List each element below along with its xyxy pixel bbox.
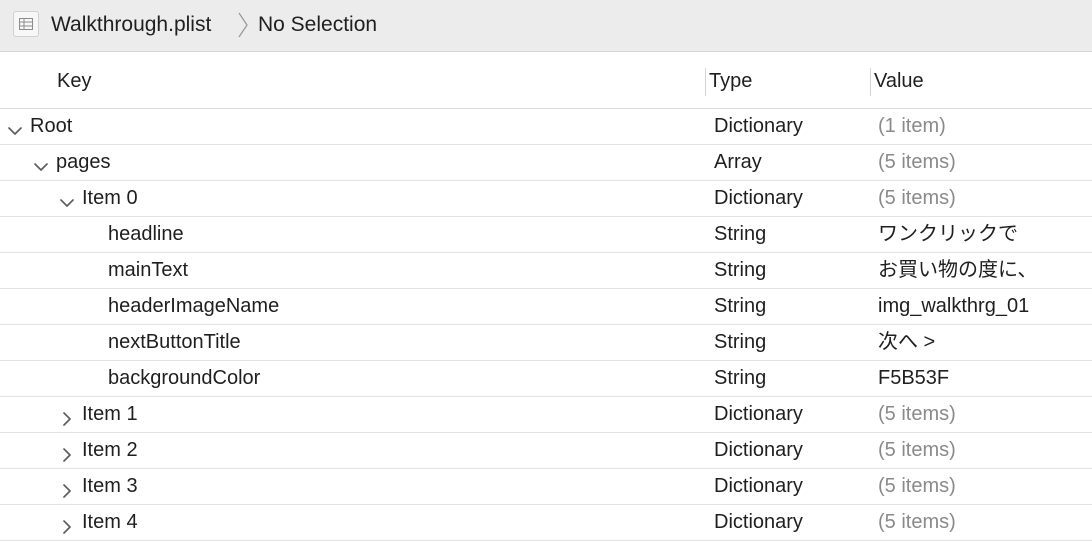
row-value[interactable]: お買い物の度に、 xyxy=(878,258,1088,282)
row-key[interactable]: mainText xyxy=(108,258,188,282)
row-value[interactable]: ワンクリックで xyxy=(878,222,1088,246)
row-type[interactable]: Array xyxy=(714,150,762,174)
table-row[interactable]: Item 3 Dictionary (5 items) xyxy=(0,469,1092,505)
row-key[interactable]: pages xyxy=(56,150,111,174)
row-value: (5 items) xyxy=(878,151,956,173)
table-row[interactable]: Root Dictionary (1 item) xyxy=(0,109,1092,145)
row-value: (5 items) xyxy=(878,511,956,533)
column-header-key[interactable]: Key xyxy=(57,69,91,93)
row-key[interactable]: headline xyxy=(108,222,184,246)
row-key[interactable]: backgroundColor xyxy=(108,366,260,390)
property-list-file-icon[interactable] xyxy=(13,11,39,37)
column-header-value[interactable]: Value xyxy=(874,69,924,93)
row-type[interactable]: String xyxy=(714,330,766,354)
table-row[interactable]: Item 1 Dictionary (5 items) xyxy=(0,397,1092,433)
row-value: (1 item) xyxy=(878,115,946,137)
row-key[interactable]: Item 3 xyxy=(82,474,138,498)
table-row[interactable]: mainText String お買い物の度に、 xyxy=(0,253,1092,289)
row-type[interactable]: Dictionary xyxy=(714,186,803,210)
table-row[interactable]: Item 4 Dictionary (5 items) xyxy=(0,505,1092,541)
row-value[interactable]: img_walkthrg_01 xyxy=(878,294,1088,318)
row-value[interactable]: 次へ > xyxy=(878,330,1088,354)
row-type[interactable]: Dictionary xyxy=(714,114,803,138)
plist-outline: Root Dictionary (1 item) pages Array (5 items… xyxy=(0,109,1092,541)
row-type[interactable]: Dictionary xyxy=(714,402,803,426)
table-row[interactable]: nextButtonTitle String 次へ > xyxy=(0,325,1092,361)
row-key[interactable]: nextButtonTitle xyxy=(108,330,241,354)
table-row[interactable]: backgroundColor String F5B53F xyxy=(0,361,1092,397)
chevron-right-icon[interactable] xyxy=(60,480,74,498)
column-divider[interactable] xyxy=(705,68,706,96)
table-row[interactable]: headline String ワンクリックで xyxy=(0,217,1092,253)
column-header-type[interactable]: Type xyxy=(709,69,752,93)
row-key[interactable]: Item 0 xyxy=(82,186,138,210)
breadcrumb-selection[interactable]: No Selection xyxy=(258,12,377,38)
table-row[interactable]: Item 0 Dictionary (5 items) xyxy=(0,181,1092,217)
row-value: (5 items) xyxy=(878,475,956,497)
column-divider[interactable] xyxy=(870,68,871,96)
column-header-row: Key Type Value xyxy=(0,52,1092,109)
table-row[interactable]: pages Array (5 items) xyxy=(0,145,1092,181)
row-key[interactable]: Item 1 xyxy=(82,402,138,426)
breadcrumb: Walkthrough.plist No Selection xyxy=(0,0,1092,52)
row-type[interactable]: String xyxy=(714,258,766,282)
row-value: (5 items) xyxy=(878,187,956,209)
chevron-down-icon[interactable] xyxy=(60,192,74,207)
row-key[interactable]: headerImageName xyxy=(108,294,279,318)
row-type[interactable]: String xyxy=(714,222,766,246)
table-row[interactable]: Item 2 Dictionary (5 items) xyxy=(0,433,1092,469)
chevron-right-icon[interactable] xyxy=(60,516,74,534)
chevron-down-icon[interactable] xyxy=(8,120,22,135)
row-type[interactable]: Dictionary xyxy=(714,438,803,462)
row-value: (5 items) xyxy=(878,403,956,425)
row-type[interactable]: String xyxy=(714,366,766,390)
row-key[interactable]: Item 4 xyxy=(82,510,138,534)
breadcrumb-chevron-icon xyxy=(236,10,250,45)
row-value[interactable]: F5B53F xyxy=(878,366,1088,390)
breadcrumb-file-name[interactable]: Walkthrough.plist xyxy=(51,12,211,38)
row-key[interactable]: Item 2 xyxy=(82,438,138,462)
row-key[interactable]: Root xyxy=(30,114,72,138)
chevron-right-icon[interactable] xyxy=(60,408,74,426)
row-type[interactable]: String xyxy=(714,294,766,318)
row-type[interactable]: Dictionary xyxy=(714,510,803,534)
row-value: (5 items) xyxy=(878,439,956,461)
chevron-down-icon[interactable] xyxy=(34,156,48,171)
chevron-right-icon[interactable] xyxy=(60,444,74,462)
row-type[interactable]: Dictionary xyxy=(714,474,803,498)
table-row[interactable]: headerImageName String img_walkthrg_01 xyxy=(0,289,1092,325)
